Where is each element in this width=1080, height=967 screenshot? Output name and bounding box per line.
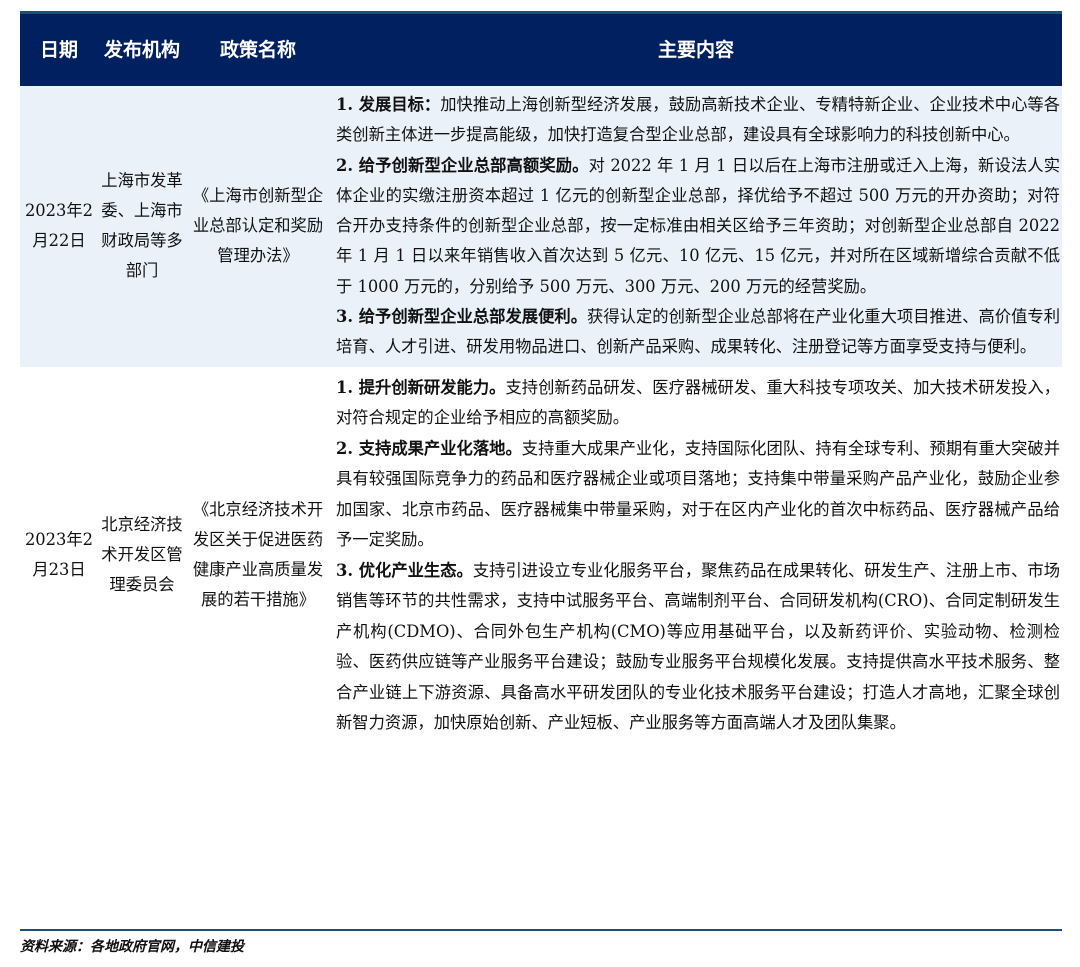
content-item: 2. 给予创新型企业总部高额奖励。对 2022 年 1 月 1 日以后在上海市注… <box>336 151 1060 302</box>
cell-policy: 《北京经济技术开发区关于促进医药健康产业高质量发展的若干措施》 <box>186 366 330 743</box>
content-item: 3. 优化产业生态。支持引进设立专业化服务平台，聚焦药品在成果转化、研发生产、注… <box>336 556 1060 739</box>
policy-table: 日期 发布机构 政策名称 主要内容 2023年2月22日 上海市发革委、上海市财… <box>20 14 1062 743</box>
item-heading: 3. 优化产业生态。 <box>336 560 473 580</box>
item-heading: 2. 支持成果产业化落地。 <box>336 438 522 458</box>
cell-content: 1. 发展目标：加快推动上海创新型经济发展，鼓励高新技术企业、专精特新企业、企业… <box>330 86 1062 367</box>
header-date: 日期 <box>20 14 98 86</box>
table-row: 2023年2月22日 上海市发革委、上海市财政局等多部门 《上海市创新型企业总部… <box>20 86 1062 367</box>
content-item: 2. 支持成果产业化落地。支持重大成果产业化，支持国际化团队、持有全球专利、预期… <box>336 434 1060 556</box>
header-org: 发布机构 <box>98 14 186 86</box>
cell-date: 2023年2月22日 <box>20 86 98 367</box>
item-text: 对 2022 年 1 月 1 日以后在上海市注册或迁入上海，新设法人实体企业的实… <box>336 155 1060 296</box>
cell-policy: 《上海市创新型企业总部认定和奖励管理办法》 <box>186 86 330 367</box>
cell-content: 1. 提升创新研发能力。支持创新药品研发、医疗器械研发、重大科技专项攻关、加大技… <box>330 366 1062 743</box>
table-row: 2023年2月23日 北京经济技术开发区管理委员会 《北京经济技术开发区关于促进… <box>20 366 1062 743</box>
content-item: 1. 提升创新研发能力。支持创新药品研发、医疗器械研发、重大科技专项攻关、加大技… <box>336 373 1060 434</box>
source-note: 资料来源：各地政府官网，中信建投 <box>20 939 244 955</box>
item-text: 支持引进设立专业化服务平台，聚焦药品在成果转化、研发生产、注册上市、市场销售等环… <box>336 560 1060 733</box>
item-heading: 2. 给予创新型企业总部高额奖励。 <box>336 155 589 175</box>
table-bottom-rule <box>20 929 1062 931</box>
item-heading: 1. 提升创新研发能力。 <box>336 377 506 397</box>
cell-org: 上海市发革委、上海市财政局等多部门 <box>98 86 186 367</box>
table-header: 日期 发布机构 政策名称 主要内容 <box>20 14 1062 86</box>
item-heading: 1. 发展目标： <box>336 95 441 114</box>
content-item: 3. 给予创新型企业总部发展便利。获得认定的创新型企业总部将在产业化重大项目推进… <box>336 302 1060 363</box>
cell-date: 2023年2月23日 <box>20 366 98 743</box>
item-text: 加快推动上海创新型经济发展，鼓励高新技术企业、专精特新企业、企业技术中心等各类创… <box>336 95 1060 145</box>
content-item: 1. 发展目标：加快推动上海创新型经济发展，鼓励高新技术企业、专精特新企业、企业… <box>336 90 1060 151</box>
header-policy: 政策名称 <box>186 14 330 86</box>
item-heading: 3. 给予创新型企业总部发展便利。 <box>336 307 588 327</box>
header-content: 主要内容 <box>330 14 1062 86</box>
cell-org: 北京经济技术开发区管理委员会 <box>98 366 186 743</box>
